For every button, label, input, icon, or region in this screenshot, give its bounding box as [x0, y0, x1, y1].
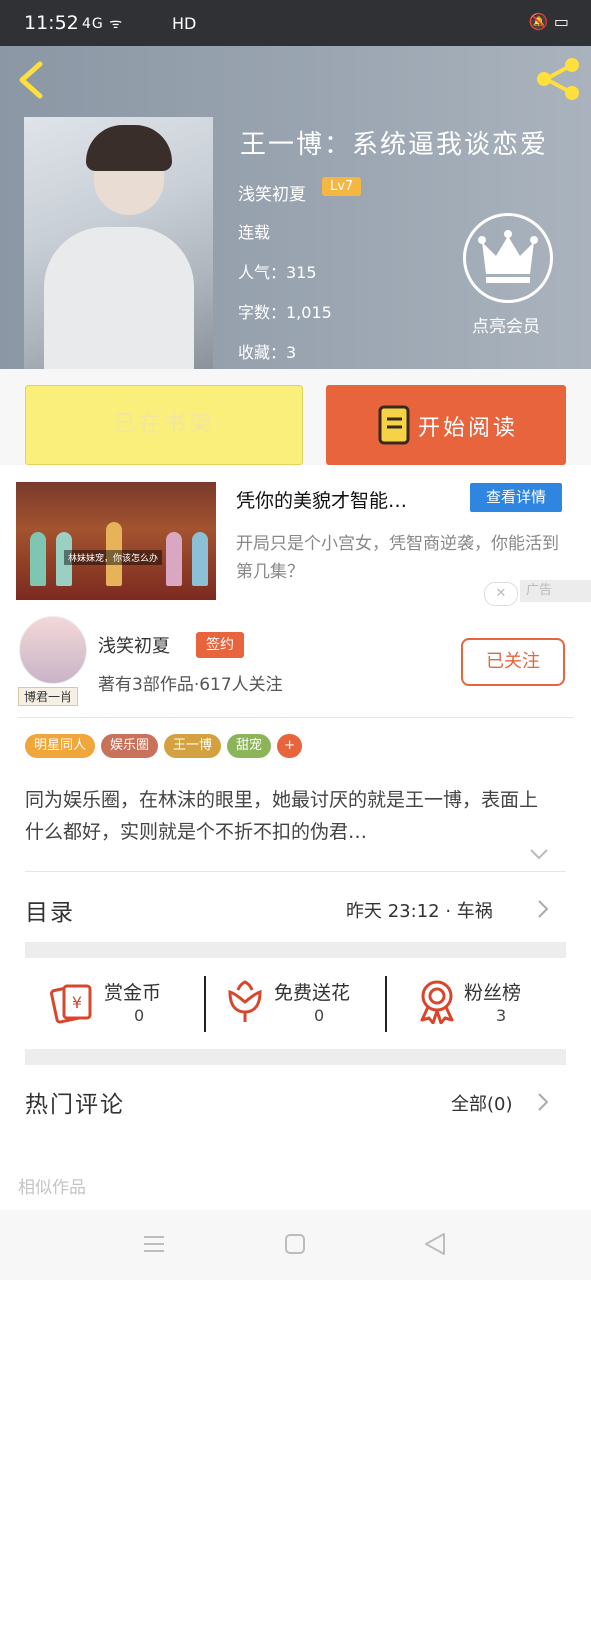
- svg-text:¥: ¥: [72, 993, 82, 1012]
- divider: [25, 871, 566, 872]
- status-bar: 11:52 4G ᯤ HD 🔕 ▭: [0, 0, 591, 46]
- book-status: 连载: [238, 223, 271, 242]
- chevron-right-icon[interactable]: [538, 900, 548, 918]
- ad-figure: [192, 532, 208, 586]
- membership-button[interactable]: [463, 213, 553, 303]
- book-word-count: 字数：1,015: [238, 303, 332, 322]
- ad-label: 广告: [520, 580, 591, 602]
- close-icon[interactable]: ✕: [484, 582, 518, 606]
- tag-item[interactable]: 王一博: [164, 734, 222, 758]
- all-comments-link[interactable]: 全部(0): [451, 1090, 513, 1116]
- reward-coins-value: 0: [134, 1006, 145, 1025]
- status-time: 11:52: [24, 12, 79, 34]
- tag-item[interactable]: 明星同人: [25, 734, 96, 758]
- free-flowers-value: 0: [314, 1006, 325, 1025]
- network-indicator: 4G ᯤ: [82, 16, 123, 32]
- crown-icon: [478, 230, 538, 283]
- book-favorites: 收藏：3: [238, 343, 297, 362]
- free-flowers[interactable]: 免费送花 0: [222, 974, 382, 1032]
- chevron-down-icon[interactable]: [530, 848, 548, 860]
- ad-image[interactable]: 林妹妹宠，你该怎么办: [16, 482, 216, 600]
- stat-divider: [385, 976, 387, 1032]
- catalog-title[interactable]: 目录: [25, 893, 75, 927]
- stat-divider: [204, 976, 206, 1032]
- ad-description[interactable]: 开局只是个小宫女，凭智商逆袭，你能活到第几集？: [236, 530, 566, 586]
- start-reading-button[interactable]: 开始阅读: [326, 385, 566, 465]
- ad-image-caption: 林妹妹宠，你该怎么办: [64, 550, 163, 565]
- tag-item[interactable]: 甜宠: [227, 734, 272, 758]
- home-icon[interactable]: [285, 1234, 305, 1254]
- book-popularity: 人气：315: [238, 263, 317, 282]
- share-icon[interactable]: [534, 56, 582, 102]
- tag-list: 明星同人 娱乐圈 王一博 甜宠 +: [25, 734, 308, 758]
- follow-button[interactable]: 已关注: [461, 638, 565, 686]
- hot-comments-title: 热门评论: [25, 1092, 125, 1118]
- cover-figure-hair: [86, 125, 172, 171]
- similar-works-title: 相似作品: [18, 1178, 86, 1198]
- catalog-latest-chapter[interactable]: 昨天 23:12 · 车祸: [346, 897, 493, 923]
- ad-title[interactable]: 凭你的美貌才智能…: [236, 486, 407, 513]
- reward-coins-label: 赏金币: [104, 982, 162, 1004]
- book-detail-body: [0, 610, 591, 1634]
- menu-icon[interactable]: [143, 1234, 165, 1254]
- system-nav-bar: [0, 1210, 591, 1280]
- signed-badge: 签约: [196, 632, 244, 658]
- red-envelope-icon: ¥: [50, 984, 92, 1024]
- ad-figure: [166, 532, 182, 586]
- chevron-left-icon[interactable]: [14, 60, 50, 100]
- fan-ranking-label: 粉丝榜: [464, 982, 522, 1004]
- tag-item[interactable]: 娱乐圈: [101, 734, 159, 758]
- medal-icon: [420, 980, 454, 1024]
- section-separator: [25, 942, 566, 958]
- start-reading-label: 开始阅读: [418, 416, 519, 441]
- status-right-icons: 🔕 ▭: [528, 12, 569, 31]
- book-title: 王一博：系统逼我谈恋爱: [240, 130, 549, 160]
- fan-ranking-value: 3: [496, 1006, 507, 1025]
- cover-figure-body: [44, 227, 194, 369]
- book-synopsis[interactable]: 同为娱乐圈，在林沫的眼里，她最讨厌的就是王一博，表面上什么都好，实则就是个不折不…: [25, 784, 555, 848]
- free-flowers-label: 免费送花: [274, 982, 351, 1004]
- fan-ranking[interactable]: 粉丝榜 3: [414, 974, 564, 1032]
- divider: [18, 717, 573, 718]
- author-avatar[interactable]: [19, 616, 87, 684]
- flower-icon: [228, 980, 262, 1022]
- reward-coins[interactable]: ¥ 赏金币 0: [50, 974, 200, 1032]
- tag-more-button[interactable]: +: [277, 734, 302, 758]
- hd-indicator: HD: [172, 14, 197, 33]
- membership-label[interactable]: 点亮会员: [472, 312, 540, 337]
- avatar-tag: 博君一肖: [18, 687, 79, 706]
- book-author[interactable]: 浅笑初夏: [238, 180, 306, 205]
- author-level-badge: Lv7: [322, 177, 362, 196]
- book-icon: [378, 405, 410, 445]
- book-cover[interactable]: [24, 117, 213, 369]
- in-bookshelf-button[interactable]: 已在书架: [25, 385, 303, 465]
- back-triangle-icon[interactable]: [424, 1232, 446, 1256]
- ad-detail-button[interactable]: 查看详情: [470, 483, 562, 512]
- author-name[interactable]: 浅笑初夏: [98, 632, 170, 658]
- section-separator: [25, 1049, 566, 1065]
- chevron-right-icon[interactable]: [538, 1093, 548, 1111]
- author-works-followers: 著有3部作品·617人关注: [98, 675, 283, 695]
- ad-figure: [30, 532, 46, 586]
